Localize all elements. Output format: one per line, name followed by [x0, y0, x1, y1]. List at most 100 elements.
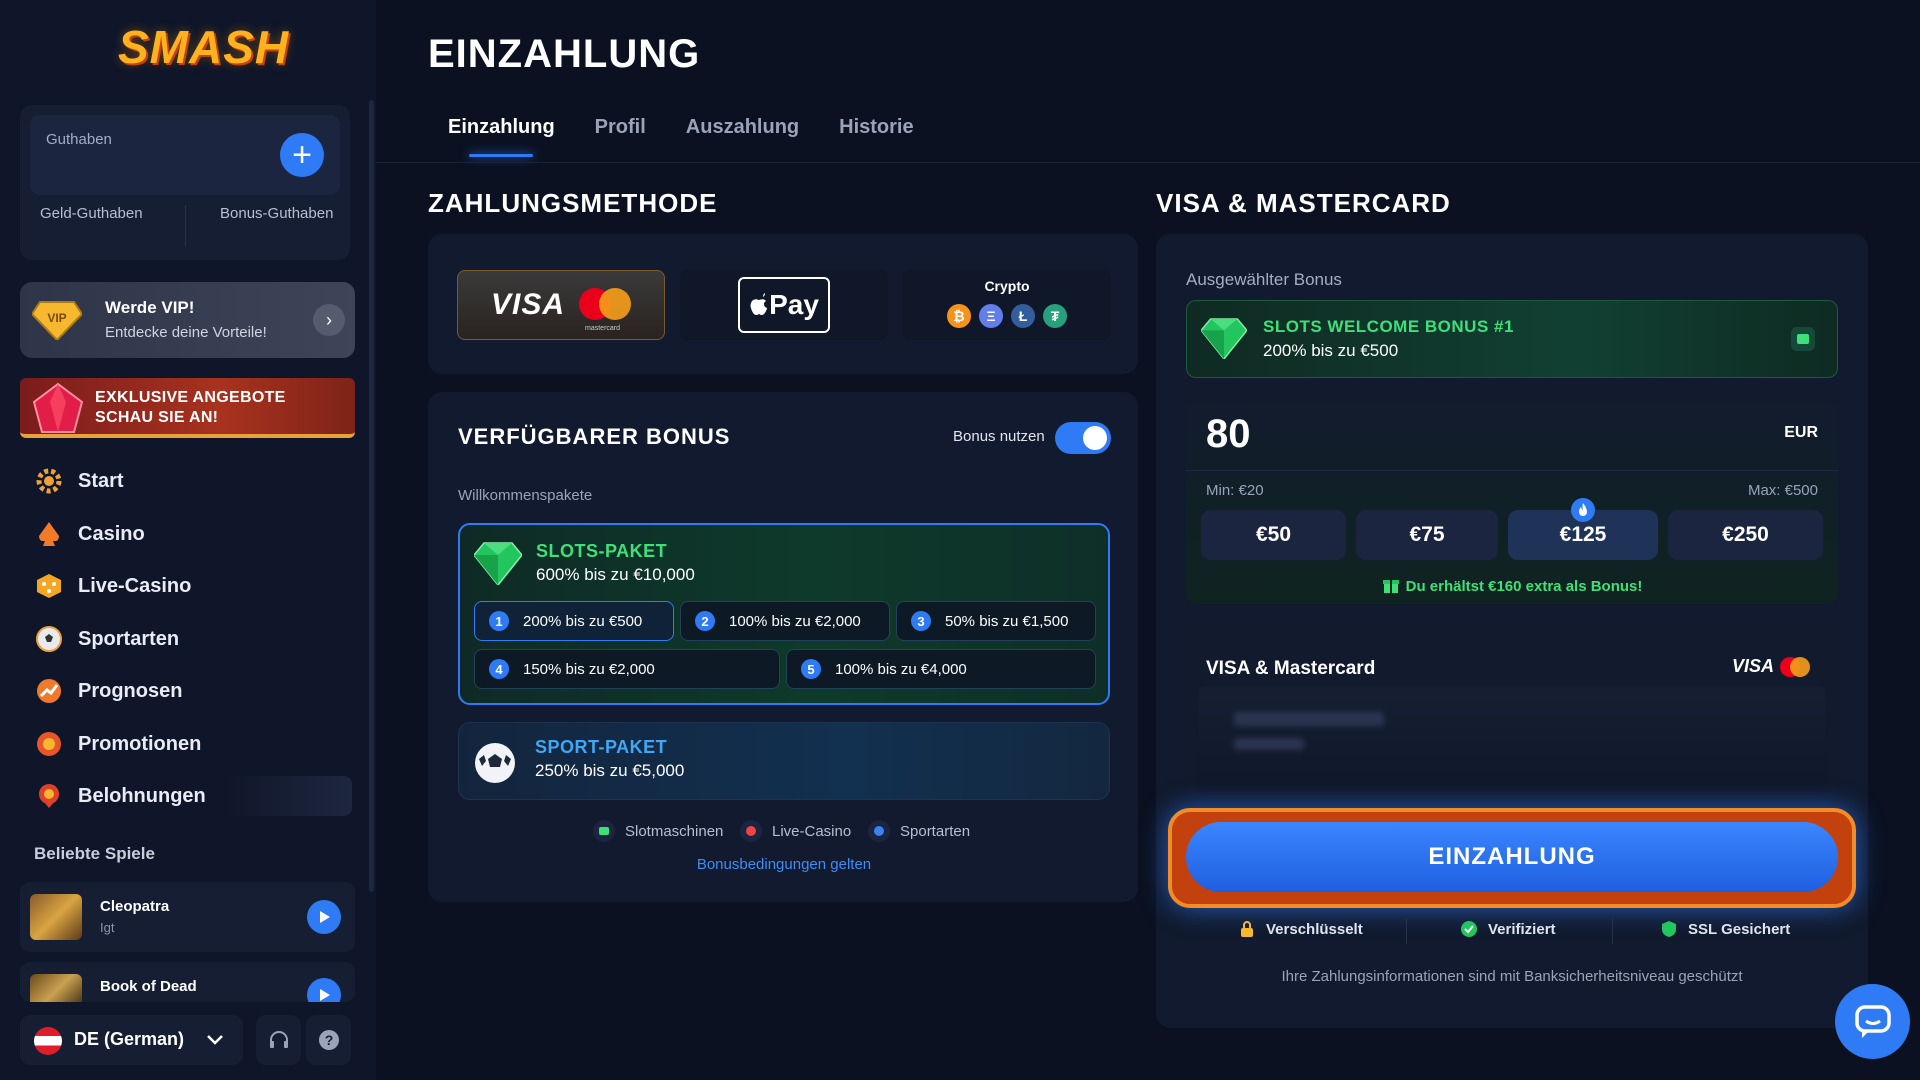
- live-chat-button[interactable]: [1835, 984, 1910, 1059]
- slots-tier-5[interactable]: 5 100% bis zu €4,000: [786, 649, 1096, 689]
- sidebar-item-label: Casino: [78, 522, 145, 545]
- crypto-label: Crypto: [984, 278, 1030, 294]
- litecoin-icon: Ł: [1011, 304, 1035, 328]
- vip-subtitle: Entdecke deine Vorteile!: [105, 324, 267, 341]
- sidebar: SMASH Guthaben + Geld-Guthaben Bonus-Gut…: [0, 0, 376, 1080]
- preset-50-button[interactable]: €50: [1201, 510, 1346, 560]
- preset-125-button[interactable]: €125: [1508, 498, 1658, 560]
- play-button[interactable]: [307, 900, 341, 934]
- tier-text: 150% bis zu €2,000: [523, 660, 655, 678]
- tier-number: 3: [911, 611, 931, 631]
- support-button[interactable]: [256, 1015, 301, 1065]
- card-form-blurred[interactable]: [1198, 686, 1826, 792]
- sidebar-item-label: Start: [78, 469, 124, 492]
- category-sports: Sportarten: [868, 820, 970, 842]
- crypto-coins: ₿ Ξ Ł ₮: [903, 304, 1111, 328]
- headset-icon: [269, 1031, 288, 1048]
- category-label: Slotmaschinen: [625, 822, 724, 840]
- language-selector[interactable]: DE (German): [20, 1015, 243, 1065]
- sidebar-item-casino[interactable]: Casino: [32, 514, 352, 554]
- blurred-field: [1234, 738, 1304, 750]
- sidebar-item-promotions[interactable]: Promotionen: [32, 724, 352, 764]
- slots-tier-3[interactable]: 3 50% bis zu €1,500: [896, 601, 1096, 641]
- balance-divider: [185, 205, 186, 247]
- tab-history[interactable]: Historie: [839, 116, 913, 157]
- tier-text: 200% bis zu €500: [523, 612, 643, 630]
- sidebar-item-start[interactable]: Start: [32, 461, 352, 501]
- welcome-packages-label: Willkommenspakete: [458, 487, 593, 504]
- preset-75-button[interactable]: €75: [1356, 510, 1498, 560]
- tab-profile[interactable]: Profil: [595, 116, 646, 157]
- extra-bonus-text: Du erhältst €160 extra als Bonus!: [1405, 578, 1643, 595]
- promo-text: EXKLUSIVE ANGEBOTE SCHAU SIE AN!: [95, 388, 286, 428]
- live-casino-icon: [740, 820, 762, 842]
- exclusive-offers-banner[interactable]: EXKLUSIVE ANGEBOTE SCHAU SIE AN!: [20, 378, 355, 438]
- play-button[interactable]: [307, 978, 341, 1002]
- tether-icon: ₮: [1043, 304, 1067, 328]
- trend-icon: [32, 674, 66, 708]
- game-thumbnail: [30, 894, 82, 940]
- sidebar-item-label: Prognosen: [78, 679, 183, 702]
- sidebar-item-predictions[interactable]: Prognosen: [32, 671, 352, 711]
- slots-tier-2[interactable]: 2 100% bis zu €2,000: [680, 601, 890, 641]
- tier-text: 100% bis zu €2,000: [729, 612, 861, 630]
- spade-icon: [32, 517, 66, 551]
- emerald-icon: [474, 542, 522, 585]
- chevron-right-icon[interactable]: ›: [313, 304, 345, 336]
- tab-withdrawal[interactable]: Auszahlung: [686, 116, 799, 157]
- help-button[interactable]: ?: [306, 1015, 351, 1065]
- trust-label: SSL Gesichert: [1688, 920, 1791, 938]
- mastercard-logo: mastercard: [579, 288, 632, 332]
- tier-text: 50% bis zu €1,500: [945, 612, 1069, 630]
- balance-display: Guthaben +: [30, 115, 340, 195]
- deposit-button[interactable]: EINZAHLUNG: [1186, 822, 1838, 892]
- visa-logo: VISA: [490, 288, 566, 321]
- sports-icon: [868, 820, 890, 842]
- category-slots: Slotmaschinen: [593, 820, 723, 842]
- slots-tier-1[interactable]: 1 200% bis zu €500: [474, 601, 674, 641]
- sidebar-item-live-casino[interactable]: Live-Casino: [32, 566, 352, 606]
- game-card-book-of-dead[interactable]: Book of Dead: [20, 962, 355, 1002]
- payment-method-crypto[interactable]: Crypto ₿ Ξ Ł ₮: [903, 270, 1111, 340]
- sidebar-item-rewards[interactable]: Belohnungen: [32, 776, 352, 816]
- game-name: Cleopatra: [100, 898, 170, 915]
- selected-bonus-subtitle: 200% bis zu €500: [1263, 341, 1399, 360]
- brand-logo[interactable]: SMASH: [118, 20, 289, 74]
- tab-deposit[interactable]: Einzahlung: [448, 116, 555, 157]
- slot-machine-icon: [1791, 327, 1815, 351]
- slots-package-subtitle: 600% bis zu €10,000: [536, 565, 695, 584]
- blurred-field: [1234, 712, 1384, 726]
- currency-label: EUR: [1784, 424, 1818, 441]
- slots-tier-4[interactable]: 4 150% bis zu €2,000: [474, 649, 780, 689]
- selected-bonus-card[interactable]: SLOTS WELCOME BONUS #1 200% bis zu €500: [1186, 300, 1838, 378]
- ethereum-icon: Ξ: [979, 304, 1003, 328]
- visa-logo: VISA: [1731, 656, 1774, 676]
- min-amount: Min: €20: [1206, 482, 1264, 499]
- page-title: EINZAHLUNG: [428, 32, 701, 76]
- slots-package-card[interactable]: SLOTS-PAKET 600% bis zu €10,000 1 200% b…: [458, 523, 1110, 705]
- svg-text:?: ?: [324, 1032, 333, 1048]
- sidebar-scrollbar[interactable]: [369, 100, 374, 892]
- vip-card[interactable]: VIP Werde VIP! Entdecke deine Vorteile! …: [20, 282, 355, 358]
- trust-ssl: SSL Gesichert: [1660, 920, 1790, 938]
- trust-encrypted: Verschlüsselt: [1238, 920, 1363, 938]
- add-funds-button[interactable]: +: [280, 133, 324, 177]
- balance-card: Guthaben + Geld-Guthaben Bonus-Guthaben: [20, 105, 350, 260]
- bonus-toggle[interactable]: [1055, 422, 1111, 454]
- payment-method-visa-mastercard[interactable]: VISA mastercard: [457, 270, 665, 340]
- ruby-gem-icon: [32, 382, 84, 433]
- cash-balance-label: Geld-Guthaben: [40, 205, 143, 222]
- max-amount: Max: €500: [1747, 482, 1818, 499]
- bonus-terms-link[interactable]: Bonusbedingungen gelten: [458, 856, 1110, 873]
- preset-250-button[interactable]: €250: [1668, 510, 1823, 560]
- sidebar-item-sports[interactable]: Sportarten: [32, 619, 352, 659]
- amount-input[interactable]: 80: [1206, 412, 1251, 457]
- payment-method-applepay[interactable]: Pay: [680, 270, 888, 340]
- game-card-cleopatra[interactable]: Cleopatra Igt: [20, 882, 355, 952]
- mastercard-wordmark: mastercard: [585, 325, 621, 332]
- tier-text: 100% bis zu €4,000: [835, 660, 967, 678]
- game-provider: Igt: [100, 920, 115, 935]
- sport-package-subtitle: 250% bis zu €5,000: [535, 761, 685, 780]
- sport-package-card[interactable]: SPORT-PAKET 250% bis zu €5,000: [458, 722, 1110, 800]
- vip-diamond-icon: VIP: [32, 300, 82, 340]
